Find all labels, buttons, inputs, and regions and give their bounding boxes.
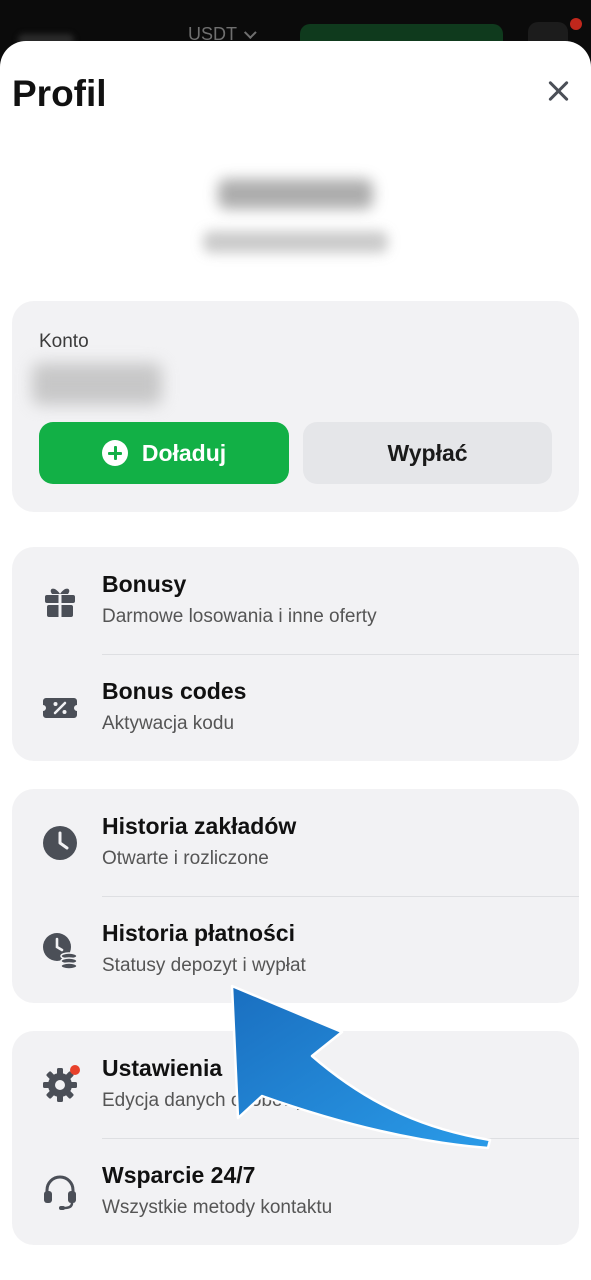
profile-sheet: Profil Konto Doładuj Wypłać Bonusy Darmo…	[0, 41, 591, 1280]
menu-group-bonuses: Bonusy Darmowe losowania i inne oferty B…	[12, 547, 579, 761]
chevron-down-icon	[243, 26, 257, 40]
user-id-redacted	[203, 231, 388, 253]
topup-button[interactable]: Doładuj	[39, 422, 289, 484]
withdraw-button[interactable]: Wypłać	[303, 422, 552, 484]
menu-item-label: Bonusy	[102, 571, 187, 597]
menu-item-label: Bonus codes	[102, 678, 247, 704]
coupon-icon	[43, 698, 77, 718]
menu-item-subtitle: Darmowe losowania i inne oferty	[102, 606, 377, 627]
gift-icon	[45, 588, 75, 617]
menu-item-bonuses[interactable]: Bonusy Darmowe losowania i inne oferty	[12, 547, 579, 654]
topup-label: Doładuj	[141, 439, 227, 466]
menu-item-settings[interactable]: Ustawienia Edycja danych osobowych	[12, 1031, 579, 1138]
balance-card: Konto Doładuj Wypłać	[12, 301, 579, 512]
menu-item-label: Historia zakładów	[102, 813, 297, 839]
plus-circle-icon	[101, 440, 128, 466]
menu-item-label: Wsparcie 24/7	[102, 1162, 256, 1188]
menu-item-subtitle: Edycja danych osobowych	[102, 1090, 326, 1111]
menu-item-label: Historia płatności	[102, 920, 295, 946]
menu-item-subtitle: Statusy depozyt i wypłat	[102, 955, 306, 976]
menu-item-subtitle: Otwarte i rozliczone	[102, 848, 269, 869]
payment-history-icon	[43, 933, 78, 970]
menu-item-support[interactable]: Wsparcie 24/7 Wszystkie metody kontaktu	[12, 1138, 579, 1245]
menu-item-subtitle: Wszystkie metody kontaktu	[102, 1197, 333, 1218]
menu-item-bonus-codes[interactable]: Bonus codes Aktywacja kodu	[12, 654, 579, 761]
balance-label: Konto	[39, 331, 89, 352]
menu-group-history: Historia zakładów Otwarte i rozliczone H…	[12, 789, 579, 1003]
username-redacted	[218, 179, 373, 209]
page-title: Profil	[12, 73, 107, 114]
clock-icon	[43, 826, 77, 860]
menu-item-subtitle: Aktywacja kodu	[102, 713, 235, 734]
menu-group-settings: Ustawienia Edycja danych osobowych Wspar…	[12, 1031, 579, 1245]
balance-value-redacted	[32, 363, 162, 405]
headset-icon	[44, 1175, 76, 1210]
menu-item-label: Ustawienia	[102, 1055, 223, 1081]
withdraw-label: Wypłać	[387, 439, 468, 466]
notification-dot	[570, 18, 582, 30]
close-icon[interactable]	[540, 73, 576, 109]
gear-icon	[43, 1065, 80, 1102]
menu-item-payment-history[interactable]: Historia płatności Statusy depozyt i wyp…	[12, 896, 579, 1003]
menu-item-bet-history[interactable]: Historia zakładów Otwarte i rozliczone	[12, 789, 579, 896]
